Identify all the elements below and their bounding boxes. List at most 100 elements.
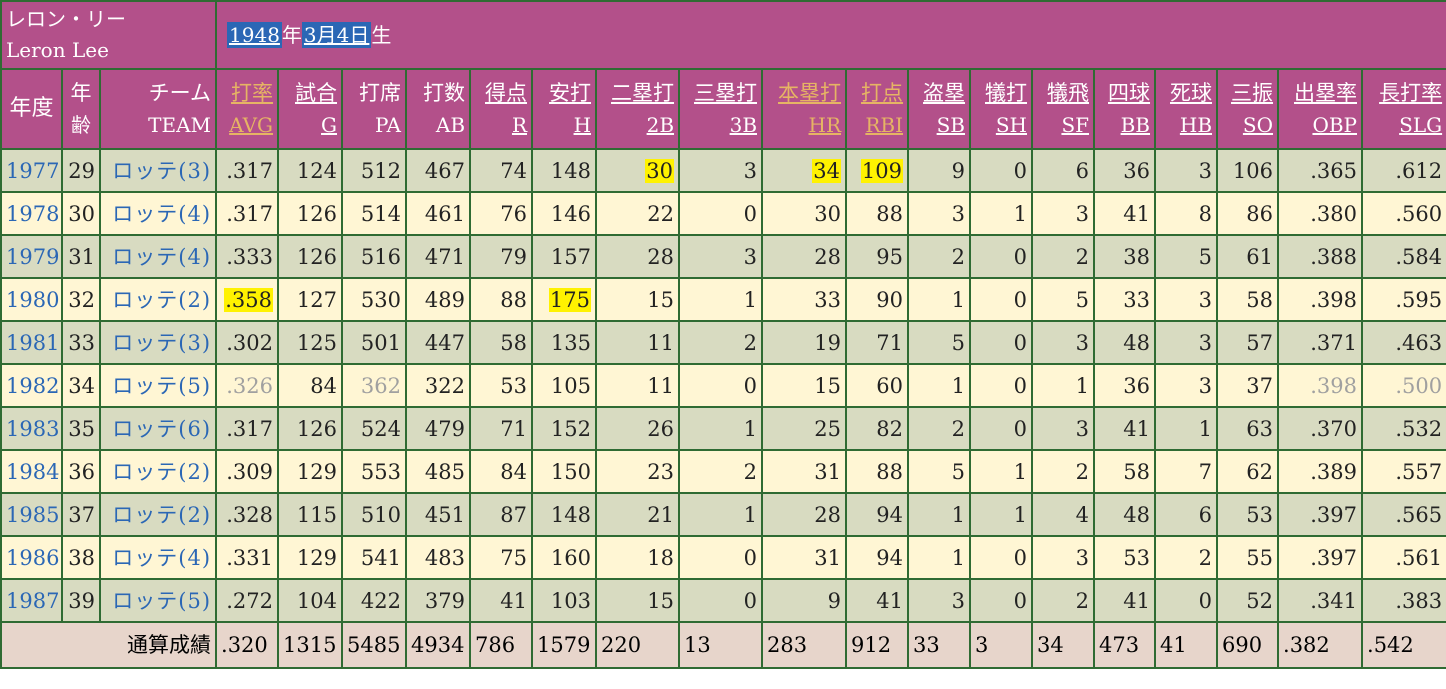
cell-sh: 1	[969, 492, 1034, 537]
cell-team[interactable]: ロッテ(5)	[98, 578, 218, 623]
cell-age: 30	[61, 191, 101, 236]
player-header-row: レロン・リー Leron Lee 1948 年 3月4日生	[0, 0, 1446, 70]
col-header-g[interactable]: 試合 G	[277, 68, 344, 150]
cell-team[interactable]: ロッテ(3)	[98, 148, 218, 193]
cell-hb: 6	[1154, 492, 1219, 537]
cell-team[interactable]: ロッテ(2)	[98, 277, 218, 322]
cell-team[interactable]: ロッテ(4)	[98, 535, 218, 580]
cell-bb: 41	[1093, 406, 1157, 451]
col-header-3b[interactable]: 三塁打 3B	[678, 68, 764, 150]
cell-sf: 5	[1031, 277, 1096, 322]
col-header-hr-ja: 本塁打	[778, 81, 842, 105]
cell-hr: 31	[761, 449, 848, 494]
total-avg: .320	[215, 621, 280, 669]
cell-sh: 1	[969, 449, 1034, 494]
cell-hr: 33	[761, 277, 848, 322]
cell-year[interactable]: 1979	[0, 234, 63, 279]
cell-bb: 41	[1093, 191, 1157, 236]
cell-team[interactable]: ロッテ(3)	[98, 320, 218, 365]
cell-rbi: 94	[845, 535, 910, 580]
col-header-g-en: G	[321, 113, 338, 137]
cell-hr: 19	[761, 320, 848, 365]
col-header-obp-en: OBP	[1312, 113, 1358, 137]
total-hr: 283	[761, 621, 848, 669]
cell-sf: 2	[1031, 578, 1096, 623]
cell-team[interactable]: ロッテ(2)	[98, 449, 218, 494]
col-header-year-ja: 年度	[9, 96, 54, 121]
col-header-2b[interactable]: 二塁打 2B	[595, 68, 681, 150]
cell-avg: .333	[215, 234, 280, 279]
cell-r: 84	[469, 449, 534, 494]
cell-3b: 2	[678, 320, 764, 365]
cell-h: 103	[531, 578, 598, 623]
cell-year[interactable]: 1978	[0, 191, 63, 236]
col-header-sh[interactable]: 犠打 SH	[969, 68, 1034, 150]
col-header-pa-ja: 打席	[359, 81, 402, 105]
col-header-obp[interactable]: 出塁率 OBP	[1277, 68, 1364, 150]
cell-sh: 0	[969, 320, 1034, 365]
cell-hr: 28	[761, 492, 848, 537]
cell-team[interactable]: ロッテ(6)	[98, 406, 218, 451]
cell-year[interactable]: 1985	[0, 492, 63, 537]
cell-age: 37	[61, 492, 101, 537]
col-header-ab-en: AB	[435, 113, 466, 137]
cell-year[interactable]: 1984	[0, 449, 63, 494]
cell-pa: 362	[341, 363, 408, 408]
cell-team[interactable]: ロッテ(5)	[98, 363, 218, 408]
cell-team[interactable]: ロッテ(2)	[98, 492, 218, 537]
col-header-sb[interactable]: 盗塁 SB	[907, 68, 972, 150]
cell-pa: 510	[341, 492, 408, 537]
cell-2b: 23	[595, 449, 681, 494]
cell-so: 55	[1216, 535, 1280, 580]
cell-sf: 3	[1031, 535, 1096, 580]
col-header-bb[interactable]: 四球 BB	[1093, 68, 1157, 150]
col-header-r[interactable]: 得点 R	[469, 68, 534, 150]
cell-sf: 2	[1031, 449, 1096, 494]
col-header-so[interactable]: 三振 SO	[1216, 68, 1280, 150]
cell-year[interactable]: 1986	[0, 535, 63, 580]
cell-pa: 553	[341, 449, 408, 494]
cell-obp: .397	[1277, 535, 1364, 580]
cell-team[interactable]: ロッテ(4)	[98, 191, 218, 236]
cell-sf: 1	[1031, 363, 1096, 408]
total-sh: 3	[969, 621, 1034, 669]
cell-age: 35	[61, 406, 101, 451]
col-header-hb[interactable]: 死球 HB	[1154, 68, 1219, 150]
cell-year[interactable]: 1981	[0, 320, 63, 365]
col-header-avg-ja: 打率	[231, 81, 274, 105]
col-header-rbi[interactable]: 打点 RBI	[845, 68, 910, 150]
cell-2b: 18	[595, 535, 681, 580]
col-header-slg[interactable]: 長打率 SLG	[1361, 68, 1446, 150]
col-header-h[interactable]: 安打 H	[531, 68, 598, 150]
cell-sh: 0	[969, 406, 1034, 451]
col-header-sf[interactable]: 犠飛 SF	[1031, 68, 1096, 150]
cell-sb: 9	[907, 148, 972, 193]
birth-date-link[interactable]: 3月4日	[301, 22, 372, 48]
cell-bb: 36	[1093, 148, 1157, 193]
cell-team[interactable]: ロッテ(4)	[98, 234, 218, 279]
col-header-age: 年齢	[61, 68, 101, 150]
cell-year[interactable]: 1987	[0, 578, 63, 623]
col-header-rbi-en: RBI	[865, 113, 904, 137]
cell-year[interactable]: 1977	[0, 148, 63, 193]
cell-hb: 3	[1154, 320, 1219, 365]
birth-year-link[interactable]: 1948	[227, 22, 282, 48]
cell-avg: .272	[215, 578, 280, 623]
table-row: 1978 30 ロッテ(4) .317 126 514 461 76 146 22 0 30 88 3 1 3…	[0, 191, 1446, 236]
col-header-avg[interactable]: 打率 AVG	[215, 68, 280, 150]
cell-hr: 9	[761, 578, 848, 623]
cell-year[interactable]: 1980	[0, 277, 63, 322]
cell-h: 150	[531, 449, 598, 494]
col-header-r-ja: 得点	[485, 81, 528, 105]
cell-3b: 3	[678, 148, 764, 193]
cell-sh: 0	[969, 535, 1034, 580]
cell-pa: 512	[341, 148, 408, 193]
cell-pa: 524	[341, 406, 408, 451]
cell-so: 86	[1216, 191, 1280, 236]
cell-year[interactable]: 1982	[0, 363, 63, 408]
cell-age: 38	[61, 535, 101, 580]
cell-g: 129	[277, 535, 344, 580]
cell-sf: 4	[1031, 492, 1096, 537]
cell-year[interactable]: 1983	[0, 406, 63, 451]
col-header-hr[interactable]: 本塁打 HR	[761, 68, 848, 150]
